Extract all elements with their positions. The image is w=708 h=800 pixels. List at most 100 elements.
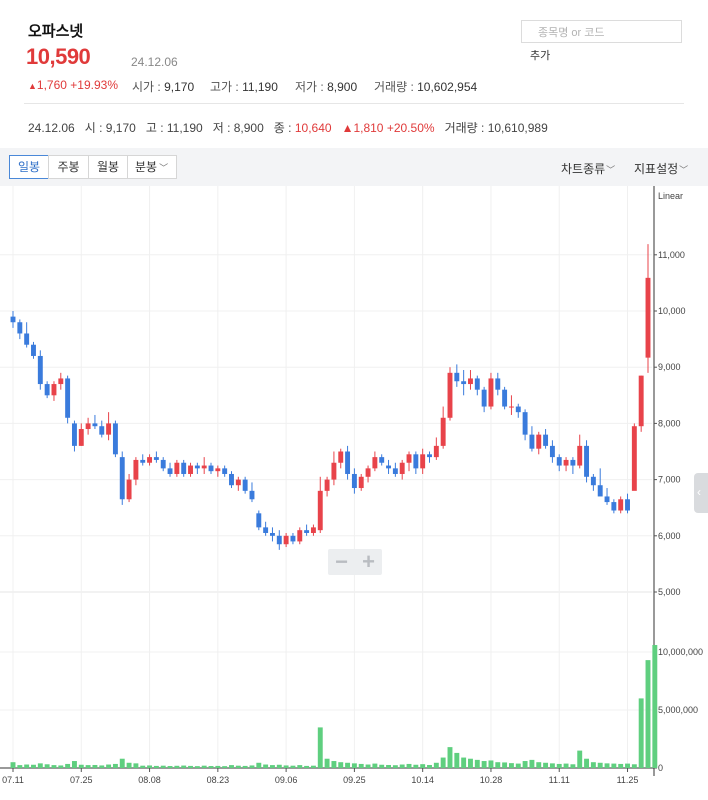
candle-body bbox=[406, 454, 412, 463]
search-input[interactable] bbox=[536, 22, 680, 43]
candle-body bbox=[351, 473, 357, 489]
summary-high-value: 11,190 bbox=[166, 121, 203, 135]
volume-bar bbox=[215, 765, 221, 768]
candle-body bbox=[604, 496, 610, 503]
candle-body bbox=[24, 333, 30, 345]
candle-body bbox=[304, 530, 310, 533]
volume-bar bbox=[112, 763, 118, 768]
scale-label: Linear bbox=[658, 191, 683, 201]
chevron-down-icon: ﹀ bbox=[679, 165, 689, 175]
volume-bar bbox=[536, 762, 542, 768]
tab-weekly[interactable]: 주봉 bbox=[48, 155, 89, 179]
volume-bar bbox=[447, 747, 453, 768]
price-tick-label: 6,000 bbox=[658, 531, 681, 541]
tab-minute-label: 분봉 bbox=[135, 160, 158, 174]
candle-body bbox=[447, 372, 453, 418]
candle-body bbox=[324, 479, 330, 491]
x-tick-label: 09.06 bbox=[275, 775, 298, 785]
volume-bar bbox=[454, 752, 460, 768]
volume-bar bbox=[461, 757, 467, 768]
candle-body bbox=[92, 423, 98, 427]
candle-body bbox=[37, 355, 43, 385]
summary-change-amount: 1,810 bbox=[353, 121, 384, 135]
volume-bar bbox=[549, 763, 555, 768]
volume-bar bbox=[597, 762, 603, 768]
volume-bar bbox=[317, 727, 323, 768]
indicator-dropdown[interactable]: 지표설정﹀ bbox=[634, 160, 688, 177]
volume-bar bbox=[140, 765, 146, 768]
x-tick-label: 10.28 bbox=[480, 775, 503, 785]
volume-bar bbox=[611, 763, 617, 768]
volume-stat: 거래량 : 10,602,954 bbox=[374, 78, 477, 95]
volume-bar bbox=[24, 764, 30, 768]
volume-bar bbox=[133, 763, 139, 768]
volume-bar bbox=[468, 758, 473, 768]
volume-bar bbox=[488, 760, 494, 768]
candle-body bbox=[99, 426, 105, 435]
price-chart[interactable]: 07.11 07.25 08.08 08.23 09.06 09.25 10.14 10.28… bbox=[0, 186, 708, 800]
candle-body bbox=[133, 459, 139, 480]
volume-bar bbox=[372, 763, 378, 768]
volume-bar bbox=[570, 764, 576, 768]
volume-bar bbox=[17, 765, 23, 768]
volume-bar bbox=[249, 765, 255, 768]
zoom-out-button[interactable]: − bbox=[328, 549, 355, 575]
chart-type-dropdown[interactable]: 차트종류﹀ bbox=[561, 160, 615, 177]
search-box bbox=[521, 20, 682, 43]
candle-body bbox=[474, 378, 480, 390]
volume-bar bbox=[556, 763, 562, 768]
volume-bar bbox=[181, 765, 187, 768]
volume-bar bbox=[631, 764, 637, 768]
candle-body bbox=[65, 378, 71, 418]
candle-body bbox=[645, 277, 651, 358]
volume-bar bbox=[10, 762, 16, 768]
candle-body bbox=[508, 406, 514, 408]
chevron-down-icon: ﹀ bbox=[606, 165, 616, 175]
candle-body bbox=[112, 423, 118, 455]
price-tick-label: 7,000 bbox=[658, 475, 681, 485]
candle-body bbox=[427, 454, 432, 458]
summary-volume-label: 거래량 : bbox=[444, 121, 488, 135]
volume-bar bbox=[345, 762, 351, 768]
price-tick-label: 8,000 bbox=[658, 418, 681, 428]
open-label: 시가 : bbox=[132, 80, 165, 94]
volume-bar bbox=[153, 765, 159, 768]
candle-body bbox=[235, 479, 241, 486]
volume-bar bbox=[188, 765, 193, 768]
indicator-label: 지표설정 bbox=[634, 162, 679, 176]
add-button[interactable]: 추가 bbox=[530, 47, 550, 63]
high-label: 고가 : bbox=[210, 80, 243, 94]
chart-type-label: 차트종류 bbox=[561, 162, 606, 176]
x-tick-label: 07.11 bbox=[2, 775, 24, 785]
candle-body bbox=[126, 479, 132, 500]
candle-body bbox=[174, 462, 180, 474]
ohlc-summary: 24.12.06 시 : 9,170 고 : 11,190 저 : 8,900 … bbox=[28, 119, 548, 136]
volume-bar bbox=[290, 765, 296, 768]
volume-bar bbox=[618, 763, 624, 768]
candle-body bbox=[372, 457, 378, 469]
tab-minute[interactable]: 분봉 ﹀ bbox=[127, 155, 177, 179]
candle-body bbox=[242, 479, 248, 491]
candle-body bbox=[270, 532, 275, 536]
candle-body bbox=[331, 462, 337, 480]
open-value: 9,170 bbox=[164, 80, 195, 94]
candle-body bbox=[638, 375, 644, 427]
zoom-in-button[interactable]: + bbox=[355, 549, 382, 575]
side-panel-toggle[interactable]: ‹ bbox=[694, 473, 708, 513]
candle-body bbox=[310, 527, 316, 533]
price-tick-label: 11,000 bbox=[658, 250, 685, 260]
tab-daily[interactable]: 일봉 bbox=[9, 155, 49, 179]
candle-body bbox=[297, 530, 303, 542]
volume-bar bbox=[270, 765, 275, 768]
volume-bar bbox=[590, 762, 596, 768]
volume-bar bbox=[147, 765, 153, 768]
candle-body bbox=[71, 423, 77, 446]
volume-bar bbox=[92, 764, 98, 768]
volume-bar bbox=[304, 765, 310, 768]
volume-bar bbox=[310, 765, 316, 768]
volume-bar bbox=[563, 763, 569, 768]
volume-bar bbox=[85, 765, 91, 768]
chart-area[interactable]: 07.11 07.25 08.08 08.23 09.06 09.25 10.14 10.28… bbox=[0, 186, 708, 800]
tab-monthly[interactable]: 월봉 bbox=[88, 155, 128, 179]
candle-body bbox=[317, 490, 323, 531]
